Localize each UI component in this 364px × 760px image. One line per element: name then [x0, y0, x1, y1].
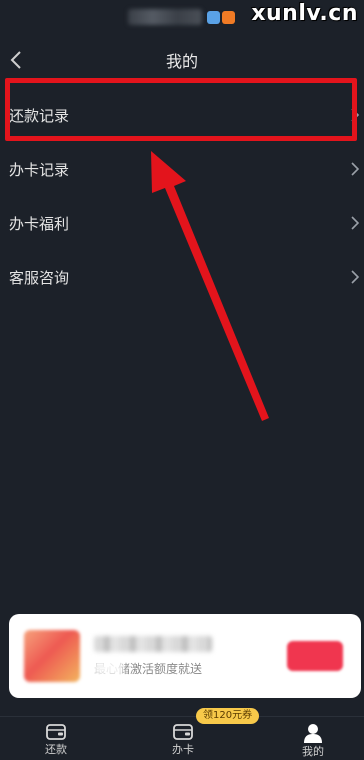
blurred-status-text [128, 9, 202, 25]
nav-item-apply-card[interactable]: 办卡 [153, 723, 213, 760]
menu-item-label: 办卡记录 [9, 160, 70, 179]
wallet-icon [46, 724, 66, 740]
promo-image [24, 630, 80, 682]
watermark: xunlv.cn [251, 1, 358, 26]
bottom-nav: 还款 办卡 我的 [0, 716, 364, 760]
app-notification-icon [222, 11, 235, 24]
nav-label: 还款 [45, 743, 67, 756]
menu-item-card-records[interactable]: 办卡记录 [0, 142, 364, 196]
nav-label: 办卡 [172, 743, 194, 756]
person-icon [304, 724, 322, 743]
blurred-promo-title [94, 636, 212, 652]
chevron-right-icon [351, 270, 360, 284]
menu-item-card-benefits[interactable]: 办卡福利 [0, 196, 364, 250]
app-screen: xunlv.cn 我的 还款记录 办卡记录 办卡福利 客服咨询 最心储激活额度就… [0, 0, 364, 760]
promo-card[interactable]: 最心储激活额度就送 [9, 614, 361, 698]
menu-item-customer-service[interactable]: 客服咨询 [0, 250, 364, 304]
card-icon [173, 724, 193, 740]
status-bar: xunlv.cn [0, 0, 364, 34]
app-notification-icon [207, 11, 220, 24]
highlight-annotation-box [5, 78, 357, 141]
menu-item-label: 办卡福利 [9, 214, 70, 233]
menu-item-label: 客服咨询 [9, 268, 70, 287]
coupon-badge: 领120元券 [196, 708, 260, 724]
page-title: 我的 [165, 52, 198, 71]
nav-item-mine[interactable]: 我的 [283, 723, 343, 760]
nav-item-repay[interactable]: 还款 [26, 723, 86, 760]
chevron-right-icon [351, 162, 360, 176]
header: 我的 [0, 40, 364, 80]
chevron-right-icon [351, 216, 360, 230]
blur-overlay [93, 660, 123, 676]
promo-action-button[interactable] [287, 641, 343, 671]
nav-label: 我的 [302, 745, 324, 758]
